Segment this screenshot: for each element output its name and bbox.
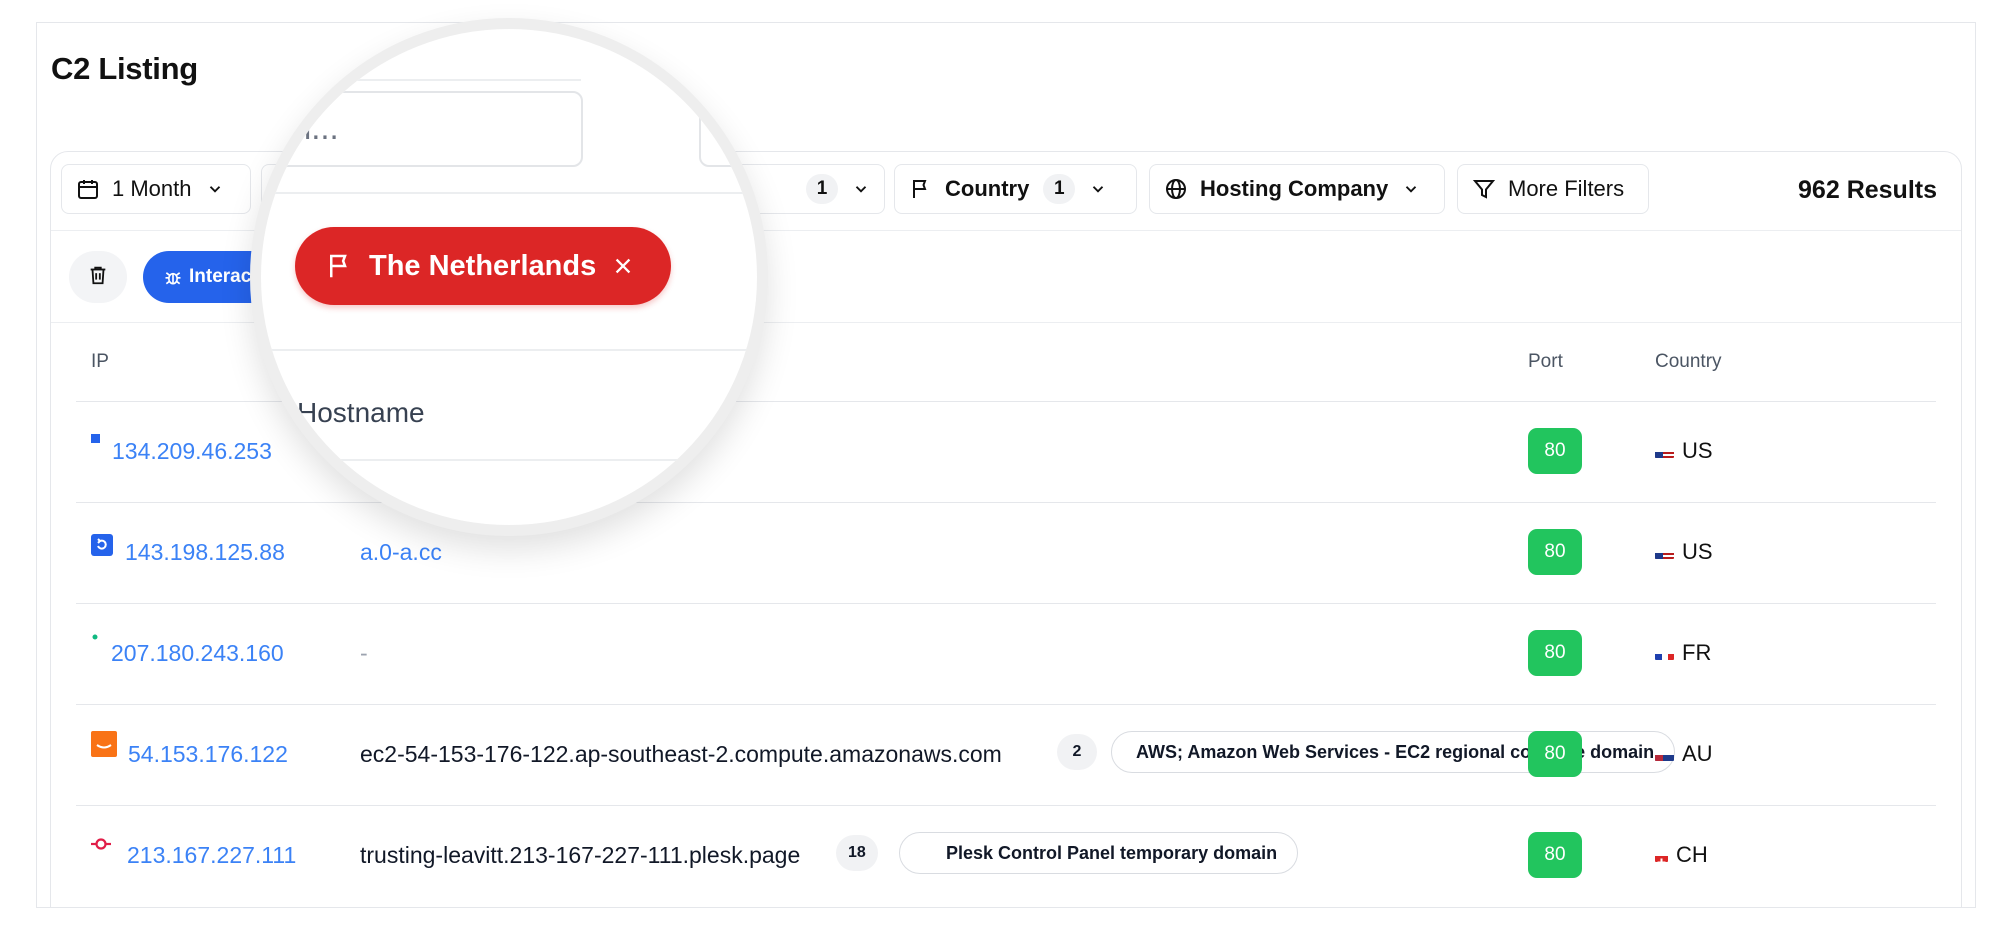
blue-refresh-icon (91, 534, 113, 556)
blue-square-icon (91, 434, 100, 443)
green-dot-icon (92, 634, 98, 640)
hosting-tag: Plesk Control Panel temporary domain (899, 832, 1299, 874)
country-cell: US (1655, 539, 1713, 565)
chevron-down-icon (852, 180, 870, 198)
chevron-down-icon (1089, 180, 1107, 198)
time-range-dropdown[interactable]: 1 Month (61, 164, 251, 214)
close-icon[interactable] (612, 255, 634, 277)
column-header-port[interactable]: Port (1528, 351, 1563, 373)
filter-icon (1472, 177, 1496, 201)
country-cell: FR (1655, 640, 1711, 666)
flag-icon (325, 251, 355, 281)
search-placeholder: arch... (250, 109, 339, 146)
column-header-hostname[interactable]: Hostname (297, 397, 425, 429)
trash-icon (87, 264, 109, 291)
country-cell: CH (1655, 842, 1708, 868)
divider (291, 459, 691, 461)
hostname-text[interactable]: ec2-54-153-176-122.ap-southeast-2.comput… (360, 741, 1002, 768)
us-flag-icon (1655, 445, 1674, 458)
country-chip-label: The Netherlands (369, 249, 597, 282)
filter-count-badge: 1 (806, 174, 838, 204)
more-filters-button[interactable]: More Filters (1457, 164, 1649, 214)
time-range-label: 1 Month (112, 176, 192, 201)
port-badge: 80 (1528, 731, 1582, 777)
hostname-count-badge: 2 (1057, 734, 1097, 770)
ip-link[interactable]: 213.167.227.111 (127, 842, 296, 869)
table-row[interactable]: 143.198.125.88 a.0-a.cc 80 US (76, 502, 1936, 603)
port-badge: 80 (1528, 428, 1582, 474)
calendar-icon (76, 177, 100, 201)
hosting-company-dropdown[interactable]: Hosting Company (1149, 164, 1445, 214)
us-flag-icon (1655, 546, 1674, 559)
table-row[interactable]: 207.180.243.160 - 80 FR (76, 603, 1936, 704)
table-row[interactable]: 213.167.227.111 trusting-leavitt.213-167… (76, 805, 1936, 906)
results-count: 962 Results (1798, 176, 1937, 204)
hostname-empty: - (360, 640, 368, 666)
interaction-chip-label: Interac (189, 266, 252, 287)
aws-icon (91, 731, 117, 757)
ch-flag-icon (1655, 849, 1668, 862)
table-row[interactable]: 54.153.176.122 ec2-54-153-176-122.ap-sou… (76, 704, 1936, 805)
au-flag-icon (1655, 748, 1674, 761)
search-input[interactable]: arch... (250, 91, 583, 167)
chevron-down-icon (206, 180, 224, 198)
chevron-down-icon (1402, 180, 1420, 198)
ip-link[interactable]: 134.209.46.253 (112, 438, 272, 465)
plesk-icon (90, 836, 112, 852)
port-badge: 80 (1528, 832, 1582, 878)
column-header-country[interactable]: Country (1655, 351, 1727, 373)
magnifier-overlay: arch... The Netherlands Hostname (250, 18, 768, 536)
fr-flag-icon (1655, 647, 1674, 660)
hosting-company-label: Hosting Company (1200, 176, 1389, 201)
divider (321, 79, 581, 81)
country-filter-label: Country (945, 176, 1030, 201)
country-filter-dropdown[interactable]: Country 1 (894, 164, 1137, 214)
clear-filters-button[interactable] (69, 251, 127, 303)
country-cell: AU (1655, 741, 1713, 767)
flag-icon (909, 177, 933, 201)
divider (261, 192, 757, 194)
globe-icon (1164, 177, 1188, 201)
more-filters-label: More Filters (1508, 176, 1625, 201)
hostname-count-badge: 18 (836, 835, 878, 871)
page-title: C2 Listing (51, 51, 198, 86)
hosting-tag: AWS; Amazon Web Services - EC2 regional … (1111, 731, 1676, 773)
port-badge: 80 (1528, 630, 1582, 676)
country-cell: US (1655, 438, 1713, 464)
country-filter-chip-netherlands[interactable]: The Netherlands (295, 227, 671, 305)
ip-link[interactable]: 54.153.176.122 (128, 741, 288, 768)
hostname-link[interactable]: a.0-a.cc (360, 539, 442, 566)
country-count-badge: 1 (1043, 174, 1076, 204)
ip-link[interactable]: 143.198.125.88 (125, 539, 285, 566)
port-badge: 80 (1528, 529, 1582, 575)
column-header-ip[interactable]: IP (91, 351, 109, 373)
hostname-text[interactable]: trusting-leavitt.213-167-227-111.plesk.p… (360, 842, 800, 869)
bug-icon (163, 267, 183, 287)
ip-link[interactable]: 207.180.243.160 (111, 640, 284, 667)
divider (261, 349, 757, 351)
